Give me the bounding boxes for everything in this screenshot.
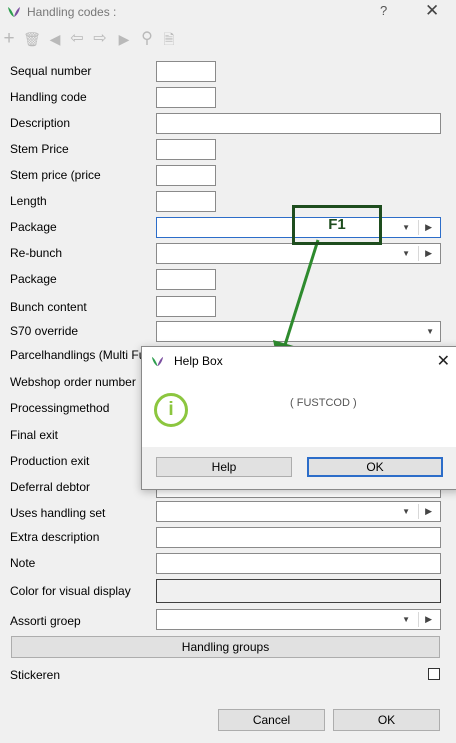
label-stickeren: Stickeren xyxy=(10,668,61,682)
label-final-exit: Final exit xyxy=(10,428,59,442)
label-length: Length xyxy=(10,194,47,208)
label-sequal-number: Sequal number xyxy=(10,64,92,78)
ok-button[interactable]: OK xyxy=(333,709,440,731)
delete-icon[interactable]: 🗑 xyxy=(23,30,41,48)
label-stem-price: Stem Price xyxy=(10,142,69,156)
previous-record-icon[interactable]: ⇦ xyxy=(68,30,86,48)
stem-price-price-input[interactable] xyxy=(156,165,216,186)
lookup-arrow-icon[interactable]: ▶ xyxy=(425,222,432,233)
help-box-ok-button[interactable]: OK xyxy=(307,457,443,477)
document-icon[interactable]: 🗎 xyxy=(160,30,178,48)
info-icon: i xyxy=(154,393,188,427)
label-package-2: Package xyxy=(10,272,57,286)
note-input[interactable] xyxy=(156,553,441,574)
label-re-bunch: Re-bunch xyxy=(10,246,63,260)
label-processingmethod: Processingmethod xyxy=(10,401,110,415)
chevron-down-icon[interactable]: ▼ xyxy=(402,249,410,258)
help-box-dialog: Help Box ✕ i ( FUSTCOD ) Help OK xyxy=(141,346,456,490)
extra-description-input[interactable] xyxy=(156,527,441,548)
label-s70-override: S70 override xyxy=(10,324,79,338)
label-package: Package xyxy=(10,220,57,234)
separator xyxy=(418,612,419,627)
lookup-arrow-icon[interactable]: ▶ xyxy=(425,614,432,625)
close-button[interactable]: ✕ xyxy=(425,1,439,21)
chevron-down-icon[interactable]: ▼ xyxy=(426,327,434,336)
label-uses-handling-set: Uses handling set xyxy=(10,506,106,520)
cancel-button[interactable]: Cancel xyxy=(218,709,325,731)
app-logo-icon xyxy=(151,356,164,367)
label-parcelhandlings: Parcelhandlings (Multi Fu xyxy=(10,348,146,362)
separator xyxy=(418,246,419,261)
label-webshop-order-number: Webshop order number xyxy=(10,375,136,389)
last-record-icon[interactable]: ▶ xyxy=(115,30,133,48)
s70-override-select[interactable]: ▼ xyxy=(156,321,441,342)
label-handling-code: Handling code xyxy=(10,90,87,104)
label-color-visual-display: Color for visual display xyxy=(10,584,131,598)
label-stem-price-price: Stem price (price xyxy=(10,168,101,182)
package-input[interactable] xyxy=(156,269,216,290)
assorti-groep-combobox[interactable]: ▼ ▶ xyxy=(156,609,441,630)
label-description: Description xyxy=(10,116,71,130)
lookup-arrow-icon[interactable]: ▶ xyxy=(425,248,432,259)
search-icon[interactable]: ⚲ xyxy=(138,30,156,48)
first-record-icon[interactable]: ◀ xyxy=(46,30,64,48)
separator xyxy=(418,220,419,235)
help-box-title: Help Box xyxy=(174,354,223,368)
description-input[interactable] xyxy=(156,113,441,134)
handling-groups-button[interactable]: Handling groups xyxy=(11,636,440,658)
f1-annotation: F1 xyxy=(292,205,382,245)
window-title: Handling codes : xyxy=(27,5,117,19)
help-box-message: ( FUSTCOD ) xyxy=(290,397,357,409)
chevron-down-icon[interactable]: ▼ xyxy=(402,507,410,516)
chevron-down-icon[interactable]: ▼ xyxy=(402,615,410,624)
label-extra-description: Extra description xyxy=(10,530,100,544)
label-bunch-content: Bunch content xyxy=(10,300,87,314)
help-box-footer: Help OK xyxy=(142,447,456,489)
app-logo-icon xyxy=(8,7,20,17)
next-record-icon[interactable]: ⇨ xyxy=(91,30,109,48)
label-production-exit: Production exit xyxy=(10,454,90,468)
label-note: Note xyxy=(10,556,36,570)
label-assorti-groep: Assorti groep xyxy=(10,614,81,628)
lookup-arrow-icon[interactable]: ▶ xyxy=(425,506,432,517)
bunch-content-input[interactable] xyxy=(156,296,216,317)
close-icon[interactable]: ✕ xyxy=(437,351,450,371)
help-box-help-button[interactable]: Help xyxy=(156,457,292,477)
stem-price-input[interactable] xyxy=(156,139,216,160)
sequal-number-input[interactable] xyxy=(156,61,216,82)
handling-code-input[interactable] xyxy=(156,87,216,108)
stickeren-checkbox[interactable] xyxy=(428,668,440,680)
color-visual-display-field[interactable] xyxy=(156,579,441,603)
length-input[interactable] xyxy=(156,191,216,212)
add-icon[interactable]: + xyxy=(0,29,18,48)
chevron-down-icon[interactable]: ▼ xyxy=(402,223,410,232)
label-deferral-debtor: Deferral debtor xyxy=(10,480,91,494)
separator xyxy=(418,504,419,519)
uses-handling-set-combobox[interactable]: ▼ ▶ xyxy=(156,501,441,522)
re-bunch-combobox[interactable]: ▼ ▶ xyxy=(156,243,441,264)
help-button[interactable]: ? xyxy=(380,3,387,18)
